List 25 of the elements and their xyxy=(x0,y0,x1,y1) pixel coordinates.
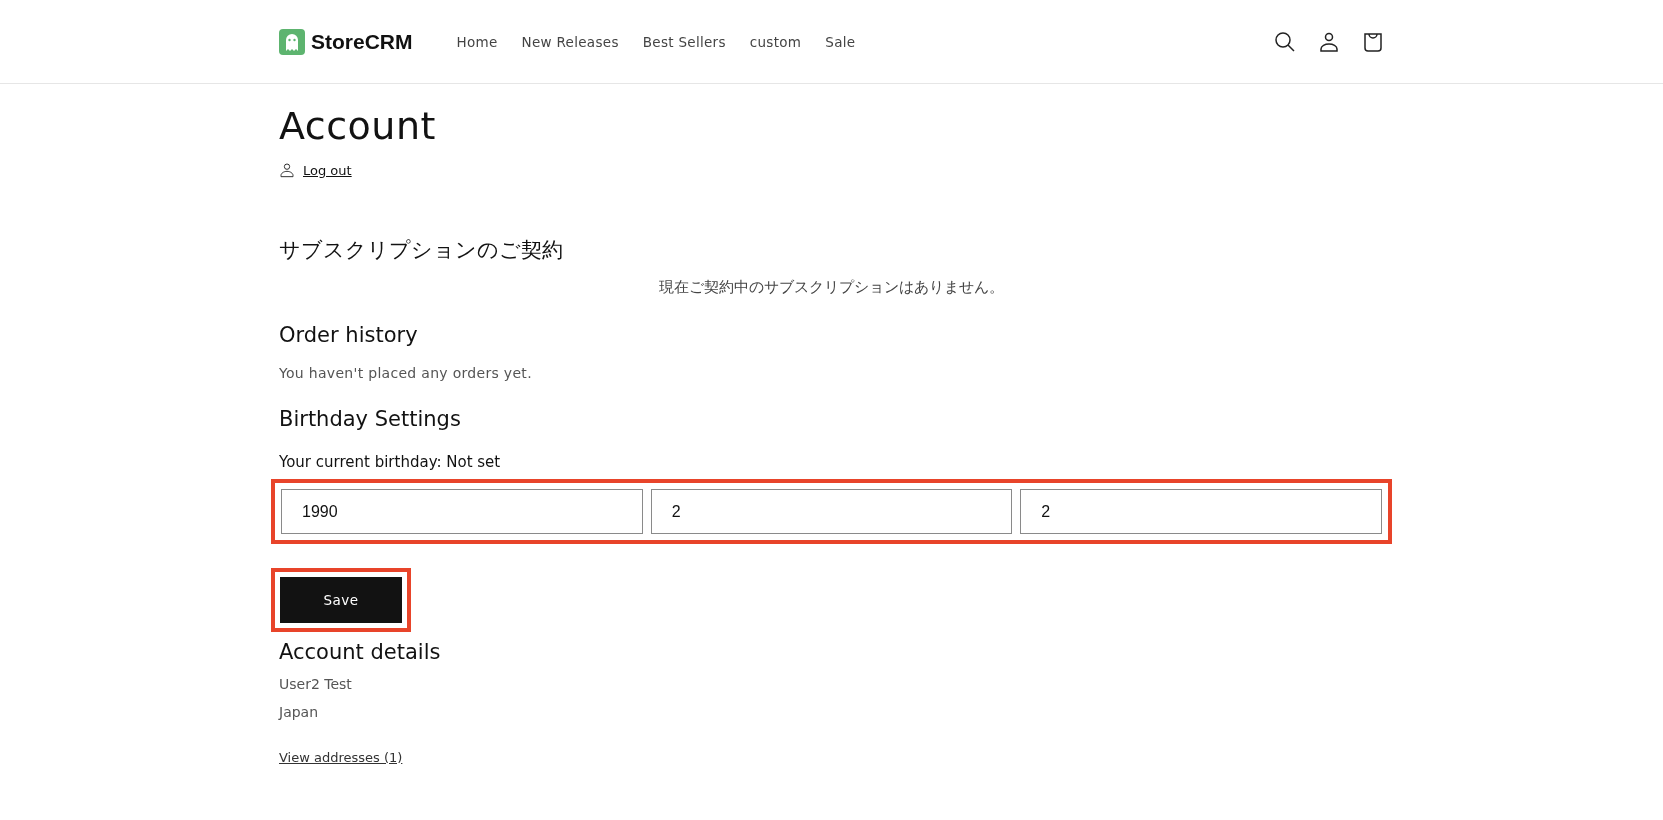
account-detail: User2 Test xyxy=(279,676,353,692)
section-heading: Order history xyxy=(279,323,419,347)
nav-link[interactable]: New Releases xyxy=(521,33,619,50)
nav-link[interactable]: custom xyxy=(749,33,802,50)
search-icon[interactable] xyxy=(1273,29,1297,54)
empty-message: 現在ご契約中のサブスクリプションはありません。 xyxy=(658,278,1005,297)
addresses-link[interactable]: View addresses (1) xyxy=(279,750,403,765)
nav-link[interactable]: Home xyxy=(456,33,498,50)
section-heading: サブスクリプションのご契約 xyxy=(279,237,564,264)
person-icon xyxy=(279,162,295,178)
save-button[interactable]: Save xyxy=(280,577,402,623)
input-field[interactable]: 1990 xyxy=(281,489,643,534)
input-field[interactable]: 2 xyxy=(1020,489,1382,534)
nav-link[interactable]: Best Sellers xyxy=(642,33,726,50)
nav-link[interactable]: Sale xyxy=(825,33,856,50)
store-logo-text[interactable]: StoreCRM xyxy=(311,29,413,54)
section-heading: Birthday Settings xyxy=(279,407,462,431)
ghost-logo-icon xyxy=(279,28,305,55)
page-title: Account xyxy=(279,104,437,148)
account-detail: Japan xyxy=(279,704,320,720)
section-heading: Account details xyxy=(279,640,442,664)
logout-link[interactable]: Log out xyxy=(303,162,352,178)
birthday-status: Your current birthday: Not set xyxy=(279,453,502,471)
empty-message: You haven't placed any orders yet. xyxy=(279,365,533,381)
input-field[interactable]: 2 xyxy=(650,489,1013,534)
